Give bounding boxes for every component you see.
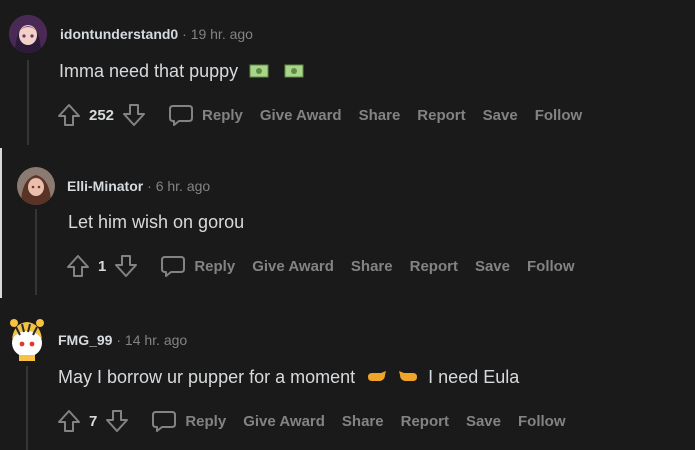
money-emoji [249,62,269,83]
reply-label: Reply [202,106,243,124]
report-button[interactable]: Report [417,107,465,124]
save-button[interactable]: Save [475,258,510,275]
timestamp[interactable]: 19 hr. ago [191,26,253,42]
follow-button[interactable]: Follow [527,258,575,275]
comment-actions: 252 Reply Give Award Share Report Save F… [57,100,582,130]
save-button[interactable]: Save [483,107,518,124]
upvote-icon[interactable] [57,103,81,127]
reply-button[interactable]: Reply [151,409,226,433]
comment-body: Imma need that puppy [59,61,304,83]
reply-label: Reply [194,257,236,275]
comment-bubble-icon [152,411,177,432]
thread-line[interactable] [26,366,28,450]
give-award-button[interactable]: Give Award [252,258,334,275]
follow-button[interactable]: Follow [535,107,583,124]
vote-score: 1 [98,257,107,275]
avatar[interactable] [9,15,47,53]
separator-dot: · [147,178,152,194]
author-name[interactable]: Elli-Minator [67,178,143,194]
timestamp[interactable]: 6 hr. ago [156,178,211,194]
money-emoji [284,62,304,83]
give-award-button[interactable]: Give Award [260,107,342,124]
upvote-icon[interactable] [57,409,81,433]
downvote-icon[interactable] [114,254,138,278]
comment-text: Let him wish on gorou [68,212,245,232]
save-button[interactable]: Save [466,413,501,430]
author-name[interactable]: FMG_99 [58,332,112,348]
vote-score: 252 [89,106,115,124]
comment-meta: Elli-Minator · 6 hr. ago [67,178,210,194]
give-award-button[interactable]: Give Award [243,413,325,430]
comment-bubble-icon [161,256,186,277]
thread-line[interactable] [27,60,29,145]
downvote-icon[interactable] [105,409,129,433]
reply-button[interactable]: Reply [168,103,243,127]
share-button[interactable]: Share [359,107,401,124]
comment-body: May I borrow ur pupper for a moment I ne… [58,367,519,389]
comment-1: idontunderstand0 · 19 hr. ago Imma need … [0,0,695,145]
follow-button[interactable]: Follow [518,413,566,430]
comment-bubble-icon [169,105,194,126]
share-button[interactable]: Share [342,413,384,430]
author-name[interactable]: idontunderstand0 [60,26,178,42]
avatar[interactable] [8,317,46,361]
avatar[interactable] [17,167,55,205]
report-button[interactable]: Report [410,258,458,275]
pointing-right-emoji [366,368,388,389]
comment-meta: FMG_99 · 14 hr. ago [58,332,187,348]
comment-2: Elli-Minator · 6 hr. ago Let him wish on… [0,145,695,295]
comment-text: May I borrow ur pupper for a moment [58,367,356,387]
downvote-icon[interactable] [122,103,146,127]
separator-dot: · [182,26,187,42]
timestamp[interactable]: 14 hr. ago [125,332,187,348]
reply-label: Reply [185,412,227,430]
comment-body: Let him wish on gorou [68,212,244,233]
comment-text: Imma need that puppy [59,61,239,81]
reply-button[interactable]: Reply [160,254,235,278]
comment-actions: 7 Reply Give Award Share Report Save Fol… [57,406,566,436]
pointing-left-emoji [397,368,419,389]
thread-line[interactable] [35,209,37,295]
vote-score: 7 [89,412,98,430]
separator-dot: · [116,332,122,348]
share-button[interactable]: Share [351,258,393,275]
upvote-icon[interactable] [66,254,90,278]
comment-actions: 1 Reply Give Award Share Report Save Fol… [66,251,575,281]
comment-meta: idontunderstand0 · 19 hr. ago [60,26,253,42]
comment-text-after: I need Eula [428,367,520,387]
comment-3: FMG_99 · 14 hr. ago May I borrow ur pupp… [0,300,695,450]
report-button[interactable]: Report [401,413,449,430]
